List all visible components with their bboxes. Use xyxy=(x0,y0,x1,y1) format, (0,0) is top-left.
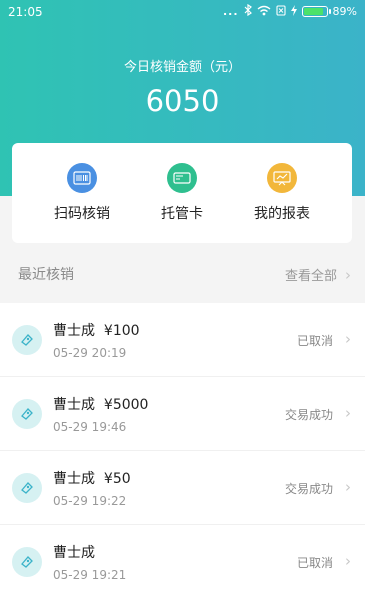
custody-card-label: 托管卡 xyxy=(161,206,203,222)
view-all-label: 查看全部 xyxy=(284,269,337,284)
battery-percent: 89% xyxy=(332,5,357,18)
scan-verify-label: 扫码核销 xyxy=(54,206,110,222)
notification-dots-icon: ... xyxy=(223,5,239,18)
list-item-title: 曹士成 ¥100 xyxy=(53,320,140,340)
list-item[interactable]: 曹士成 05-29 19:21 已取消 › xyxy=(0,525,365,590)
list-item[interactable]: 曹士成 ¥50 05-29 19:22 交易成功 › xyxy=(0,451,365,525)
transaction-date: 05-29 19:21 xyxy=(53,568,127,582)
chevron-right-icon: › xyxy=(345,552,351,570)
quick-actions-card: 扫码核销 托管卡 我的报表 xyxy=(12,143,352,243)
wifi-icon xyxy=(257,5,271,19)
status-icons: ... 89% xyxy=(223,3,357,19)
transaction-status: 交易成功 xyxy=(284,408,333,422)
bluetooth-icon xyxy=(244,3,252,19)
list-item-title: 曹士成 xyxy=(53,542,104,562)
ticket-icon xyxy=(12,325,42,355)
recent-section-header: 最近核销 查看全部 › xyxy=(0,245,365,303)
customer-name: 曹士成 xyxy=(53,397,95,413)
scan-verify-action[interactable]: 扫码核销 xyxy=(32,163,132,223)
list-item-title: 曹士成 ¥50 xyxy=(53,468,131,488)
barcode-scan-icon xyxy=(67,163,97,193)
charging-icon xyxy=(290,4,297,19)
battery-icon xyxy=(301,6,331,17)
list-item[interactable]: 曹士成 ¥5000 05-29 19:46 交易成功 › xyxy=(0,377,365,451)
transaction-date: 05-29 19:46 xyxy=(53,420,127,434)
my-report-label: 我的报表 xyxy=(254,206,310,222)
transaction-amount: ¥50 xyxy=(103,471,131,487)
transaction-amount: ¥100 xyxy=(103,323,140,339)
transaction-status: 交易成功 xyxy=(284,482,333,496)
today-amount-label: 今日核销金额（元） xyxy=(123,60,241,75)
recent-title: 最近核销 xyxy=(18,267,74,283)
customer-name: 曹士成 xyxy=(53,471,95,487)
status-time: 21:05 xyxy=(8,5,43,19)
today-amount-value: 6050 xyxy=(145,84,220,118)
my-report-action[interactable]: 我的报表 xyxy=(232,163,332,223)
list-item[interactable]: 曹士成 ¥100 05-29 20:19 已取消 › xyxy=(0,303,365,377)
sim-off-icon xyxy=(275,4,286,19)
customer-name: 曹士成 xyxy=(53,545,95,561)
transaction-status: 已取消 xyxy=(296,556,333,570)
ticket-icon xyxy=(12,473,42,503)
chevron-right-icon: › xyxy=(345,404,351,422)
battery-level xyxy=(303,8,324,15)
transaction-status: 已取消 xyxy=(296,334,333,348)
report-icon xyxy=(267,163,297,193)
card-icon xyxy=(167,163,197,193)
transaction-date: 05-29 19:22 xyxy=(53,494,127,508)
chevron-right-icon: › xyxy=(345,330,351,348)
view-all-link[interactable]: 查看全部 › xyxy=(284,265,351,285)
transaction-amount: ¥5000 xyxy=(103,397,149,413)
recent-list: 曹士成 ¥100 05-29 20:19 已取消 › 曹士成 ¥5000 05-… xyxy=(0,303,365,590)
ticket-icon xyxy=(12,399,42,429)
status-bar: 21:05 ... 89% xyxy=(0,0,365,26)
chevron-right-icon: › xyxy=(345,265,351,284)
customer-name: 曹士成 xyxy=(53,323,95,339)
chevron-right-icon: › xyxy=(345,478,351,496)
custody-card-action[interactable]: 托管卡 xyxy=(132,163,232,223)
ticket-icon xyxy=(12,547,42,577)
transaction-date: 05-29 20:19 xyxy=(53,346,127,360)
list-item-title: 曹士成 ¥5000 xyxy=(53,394,148,414)
